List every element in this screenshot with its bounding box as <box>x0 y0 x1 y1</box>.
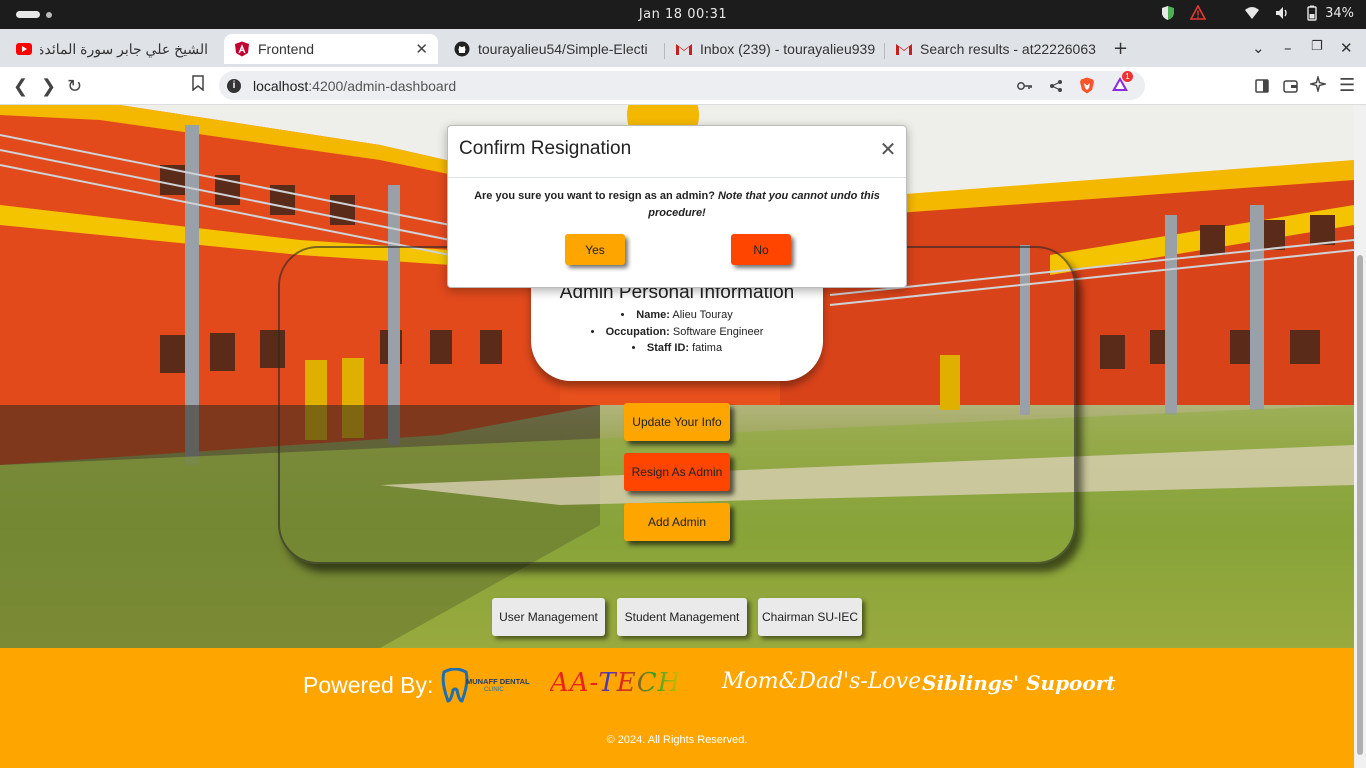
browser-tab-bar: الشيخ علي جابر سورة المائدة - e Frontend… <box>0 29 1366 67</box>
gmail-icon <box>896 41 912 57</box>
url-actions: 1 <box>1017 71 1133 95</box>
resign-admin-button[interactable]: Resign As Admin <box>624 453 730 491</box>
tab-gmail-inbox[interactable]: Inbox (239) - tourayalieu939 <box>666 34 882 64</box>
tooth-icon <box>441 668 469 703</box>
modal-body: Are you sure you want to resign as an ad… <box>448 178 906 222</box>
tab-label: Search results - at22226063 <box>920 41 1096 57</box>
close-tab-icon[interactable]: ✕ <box>415 40 428 58</box>
maximize-icon[interactable]: ❐ <box>1311 39 1323 54</box>
page-content: Admin Personal Information Name: Alieu T… <box>0 105 1354 768</box>
munaff-text: MUNAFF DENTAL <box>466 677 530 686</box>
modal-close-icon[interactable]: ✕ <box>878 140 898 160</box>
scrollbar-thumb[interactable] <box>1357 255 1363 755</box>
siblings-support-logo: Siblings' Supoort <box>922 671 1116 695</box>
system-tray[interactable]: 34% <box>1160 5 1354 21</box>
sidebar-icon[interactable] <box>1255 77 1269 98</box>
tab-separator <box>884 43 885 59</box>
github-icon <box>454 41 470 57</box>
tab-label: الشيخ علي جابر سورة المائدة - e <box>40 40 208 57</box>
modal-title: Confirm Resignation <box>459 138 632 159</box>
shield-icon <box>1162 6 1175 20</box>
battery-status: 34% <box>1304 5 1354 21</box>
student-management-button[interactable]: Student Management <box>617 598 747 636</box>
name-value: Alieu Touray <box>672 309 733 321</box>
admin-info-card: Admin Personal Information Name: Alieu T… <box>531 277 823 381</box>
tab-github[interactable]: tourayalieu54/Simple-Electi <box>444 34 662 64</box>
admin-name-item: Name: Alieu Touray <box>531 307 823 324</box>
url-field[interactable]: i localhost :4200/admin-dashboard 1 <box>219 71 1145 100</box>
back-icon[interactable]: ❮ <box>13 76 28 97</box>
tab-frontend[interactable]: Frontend ✕ <box>224 34 438 64</box>
battery-icon <box>1307 5 1317 21</box>
leo-ai-icon[interactable] <box>1308 74 1328 97</box>
wifi-icon <box>1245 7 1260 19</box>
staff-id-label: Staff ID: <box>646 342 690 354</box>
staff-id-value: fatima <box>692 342 723 354</box>
warning-icon <box>1190 5 1207 20</box>
powered-by-label: Powered By: <box>303 672 434 698</box>
yes-button[interactable]: Yes <box>565 234 625 265</box>
volume-icon <box>1276 7 1287 19</box>
copyright-text: © 2024. All Rights Reserved. <box>606 734 748 746</box>
key-icon[interactable] <box>1017 81 1033 91</box>
modal-question: Are you sure you want to resign as an ad… <box>474 190 715 202</box>
window-close-icon[interactable]: ✕ <box>1340 39 1353 57</box>
forward-icon[interactable]: ❯ <box>41 76 56 97</box>
munaff-subtext: CLINIC <box>484 687 504 693</box>
brave-rewards[interactable]: 1 <box>1111 71 1133 95</box>
no-button[interactable]: No <box>731 234 791 265</box>
gmail-icon <box>676 41 692 57</box>
mom-dad-love-logo: Mom&Dad's-Love <box>722 669 922 694</box>
menu-icon[interactable]: ☰ <box>1339 75 1355 96</box>
rewards-badge: 1 <box>1122 71 1133 82</box>
footer: Powered By: MUNAFF DENTAL CLINIC AA-TECH… <box>0 648 1354 768</box>
tab-label: Inbox (239) - tourayalieu939 <box>700 41 876 57</box>
munaff-dental-logo: MUNAFF DENTAL CLINIC <box>440 666 530 706</box>
brave-shield-icon[interactable] <box>1079 77 1095 94</box>
new-tab-button[interactable]: + <box>1113 38 1128 59</box>
tab-label: Frontend <box>258 41 315 57</box>
tab-gmail-search[interactable]: Search results - at22226063 <box>886 34 1102 64</box>
system-top-bar: Jan 18 00:31 34% <box>0 0 1366 29</box>
admin-info-list: Name: Alieu Touray Occupation: Software … <box>531 307 823 357</box>
wallet-icon[interactable] <box>1283 77 1298 98</box>
add-admin-button[interactable]: Add Admin <box>624 503 730 541</box>
bookmark-icon[interactable] <box>192 75 204 96</box>
url-path: :4200/admin-dashboard <box>308 77 457 94</box>
tab-list-chevron-icon[interactable]: ⌄ <box>1252 39 1265 57</box>
admin-staff-id-item: Staff ID: fatima <box>531 340 823 357</box>
update-info-button[interactable]: Update Your Info <box>624 403 730 441</box>
reload-icon[interactable]: ↻ <box>67 76 82 97</box>
occupation-value: Software Engineer <box>672 325 764 338</box>
occupation-label: Occupation: <box>605 325 670 338</box>
tab-separator <box>664 43 665 59</box>
youtube-icon <box>16 41 32 57</box>
confirm-resignation-modal: Confirm Resignation ✕ Are you sure you w… <box>447 125 907 288</box>
url-host: localhost <box>253 77 309 94</box>
address-bar-row: ❮ ❯ ↻ i localhost :4200/admin-dashboard … <box>0 67 1366 105</box>
tab-youtube[interactable]: الشيخ علي جابر سورة المائدة - e <box>6 34 218 64</box>
user-management-button[interactable]: User Management <box>492 598 605 636</box>
chairman-button[interactable]: Chairman SU-IEC <box>758 598 862 636</box>
admin-occupation-item: Occupation: Software Engineer <box>531 324 823 341</box>
site-info-icon[interactable]: i <box>227 78 241 93</box>
modal-header: Confirm Resignation ✕ <box>448 126 906 178</box>
battery-percent: 34% <box>1325 5 1354 21</box>
name-label: Name: <box>636 309 670 321</box>
page-scrollbar[interactable] <box>1354 105 1366 768</box>
angular-icon <box>234 41 250 57</box>
share-icon[interactable] <box>1049 79 1063 93</box>
tab-label: tourayalieu54/Simple-Electi <box>478 41 648 57</box>
aa-tech-logo: AA-TECH <box>550 668 682 698</box>
minimize-icon[interactable]: – <box>1284 39 1292 57</box>
